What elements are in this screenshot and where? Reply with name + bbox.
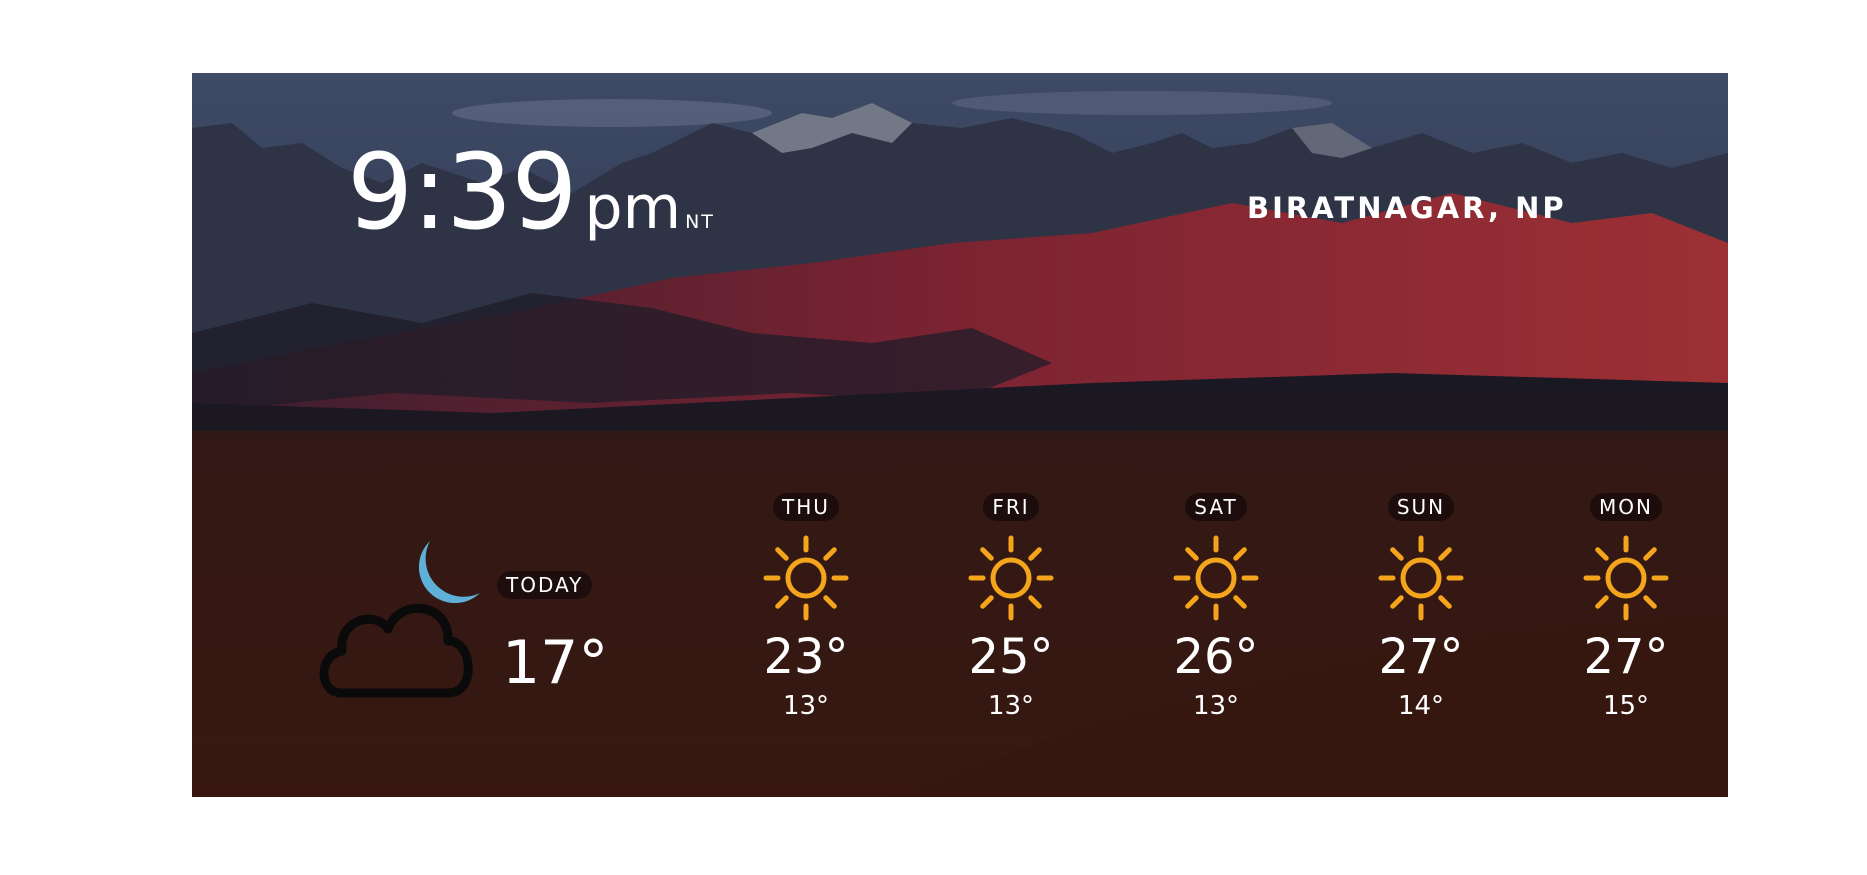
forecast-low: 13° [1192,691,1240,721]
cloud-moon-icon [319,541,480,698]
forecast-high: 27° [1378,629,1464,685]
clock: 9:39 pm NT [347,131,715,253]
forecast-low: 15° [1602,691,1650,721]
forecast-high: 27° [1583,629,1669,685]
forecast-high: 23° [763,629,849,685]
forecast-high: 26° [1173,629,1259,685]
today-label: TODAY [497,571,593,599]
forecast-high: 25° [968,629,1054,685]
forecast-day-label: MON [1590,493,1662,521]
clock-timezone: NT [685,211,715,233]
forecast-day-label: SAT [1185,493,1247,521]
location-label: BIRATNAGAR, NP [1247,191,1567,225]
clock-time: 9:39 [347,131,578,253]
sun-icon [1173,535,1259,621]
sun-icon [1583,535,1669,621]
forecast-day-label: SUN [1387,493,1455,521]
forecast-low: 14° [1397,691,1445,721]
sun-icon [763,535,849,621]
forecast-day: FRI 25° 13° [951,493,1071,719]
forecast-day: SUN 27° 14° [1361,493,1481,719]
forecast-low: 13° [987,691,1035,721]
forecast-day-label: THU [773,493,839,521]
forecast-day-label: FRI [983,493,1039,521]
forecast-low: 13° [782,691,830,721]
forecast-day: THU 23° 13° [746,493,866,719]
forecast-day: SAT 26° 13° [1156,493,1276,719]
sun-icon [1378,535,1464,621]
sun-icon [968,535,1054,621]
today-temp: 17° [502,628,609,698]
clock-ampm: pm [584,173,682,243]
forecast-day: MON 27° 15° [1566,493,1686,719]
